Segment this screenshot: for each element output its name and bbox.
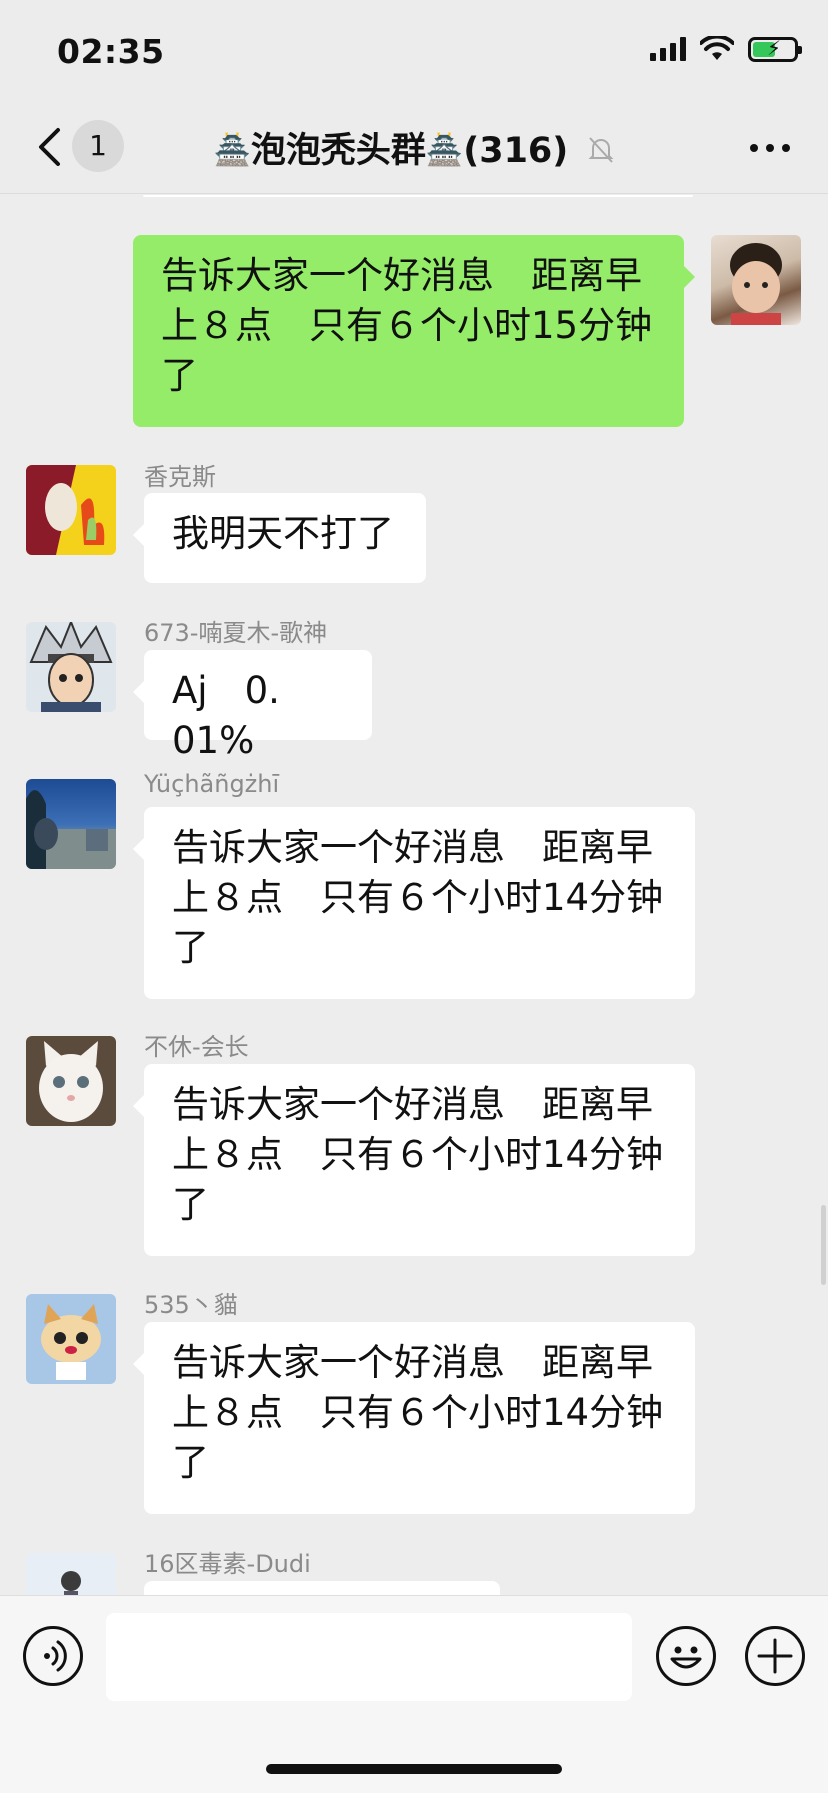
emoji-button[interactable] [656, 1626, 716, 1686]
bell-off-icon [589, 137, 614, 163]
smile-icon [670, 1646, 702, 1669]
cellular-signal-icon [650, 37, 686, 61]
chat-header: 1 🏯泡泡秃头群🏯(316) [0, 100, 828, 194]
message-bubble[interactable]: Aj 0. 01% [133, 650, 372, 762]
message-bubble[interactable]: 告诉大家一个好消息 距离早上８点 只有６个小时14分钟了 [133, 1064, 695, 1256]
more-functions-button[interactable] [745, 1626, 805, 1686]
photo-avatar-icon [61, 1571, 81, 1595]
avatar-xiangkesi[interactable] [26, 465, 116, 555]
status-time: 02:35 [57, 32, 165, 71]
castle-emoji-icon: 🏯 [213, 133, 251, 168]
avatar-535[interactable] [26, 1294, 116, 1384]
kitten-avatar-icon [39, 1041, 103, 1122]
sender-name: 16区毒素-Dudi [144, 1550, 311, 1578]
voice-icon [44, 1640, 67, 1672]
castle-emoji-icon: 🏯 [425, 133, 464, 168]
message-bubble[interactable]: 告诉大家一个好消息 距离早上８点 只有６个小时14分钟了 [133, 1322, 695, 1514]
chat-title: 🏯泡泡秃头群🏯(316) [0, 122, 828, 173]
input-bar [0, 1595, 828, 1793]
avatar-yuchang[interactable] [26, 779, 116, 869]
plus-icon [757, 1638, 793, 1674]
wifi-icon [700, 36, 734, 60]
sender-name: 673-喃夏木-歌神 [144, 619, 328, 647]
status-bar: 02:35 ⚡ [0, 0, 828, 100]
avatar-673[interactable] [26, 622, 116, 712]
avatar-buxiu[interactable] [26, 1036, 116, 1126]
child-portrait-icon [730, 243, 782, 325]
sender-name: 不休-会长 [144, 1033, 249, 1061]
cartoon-cat-avatar-icon [41, 1304, 101, 1380]
message-input[interactable] [106, 1613, 632, 1701]
voice-input-button[interactable] [23, 1626, 83, 1686]
message-bubble[interactable]: 告诉大家一个好消息 距离早上８点 只有６个小时14分钟了 [133, 807, 695, 999]
message-list[interactable]: 告诉大家一个好消息 距离早上８点 只有６个小时15分钟了 香克斯 我明天不打了 … [0, 195, 828, 1595]
anime-avatar-icon [29, 622, 113, 712]
status-icons: ⚡ [650, 36, 802, 62]
battery-icon: ⚡ [748, 36, 802, 62]
member-count: (316) [463, 131, 569, 171]
more-options-button[interactable] [750, 144, 790, 152]
sender-name: 535丶貓 [144, 1291, 238, 1319]
anime-avatar-icon [26, 465, 105, 555]
scrollbar[interactable] [821, 1205, 826, 1285]
message-bubble-mine[interactable]: 告诉大家一个好消息 距离早上８点 只有６个小时15分钟了 [133, 235, 695, 427]
my-avatar[interactable] [711, 235, 801, 325]
message-bubble[interactable] [144, 1581, 500, 1595]
group-name: 泡泡秃头群 [250, 131, 426, 171]
sender-name: Yüçhãñgżhī [144, 770, 280, 798]
message-bubble[interactable]: 我明天不打了 [133, 493, 426, 583]
photo-avatar-icon [26, 790, 116, 869]
home-indicator[interactable] [266, 1764, 562, 1774]
more-dots-icon [750, 144, 758, 152]
avatar-16qu[interactable] [26, 1553, 116, 1595]
previous-message-edge [143, 195, 693, 197]
sender-name: 香克斯 [144, 463, 216, 491]
